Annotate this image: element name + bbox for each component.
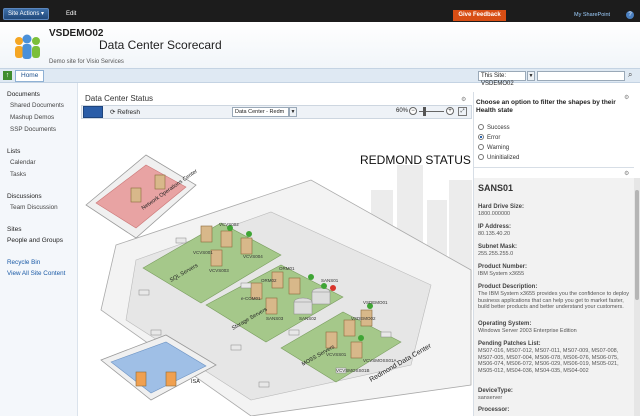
top-bar: Site Actions ▾ Edit Give Feedback My Sha…: [0, 0, 640, 22]
nav-item-team-discussion[interactable]: Team Discussion: [10, 204, 58, 211]
server-label: VCVSMOSS01A: [363, 358, 397, 363]
server-label: VCVSMOSS01B: [336, 368, 370, 373]
search-scope-select[interactable]: This Site: VSDEMO02: [478, 71, 526, 87]
top-nav: ↑ Home This Site: VSDEMO02 ▼ ⌕: [0, 68, 640, 87]
isa-label: ISA: [191, 379, 200, 385]
edit-link[interactable]: Edit: [66, 11, 76, 17]
filter-option-uninitialized[interactable]: Uninitialized: [478, 154, 519, 161]
field-label: IP Address:: [478, 224, 512, 230]
webpart-title: Data Center Status: [85, 94, 154, 103]
filter-option-warning[interactable]: Warning: [478, 144, 509, 151]
chevron-down-icon[interactable]: ▼: [527, 71, 535, 81]
field-label: Product Number:: [478, 264, 528, 270]
server-label: VCVS003: [209, 268, 229, 273]
search-icon[interactable]: ⌕: [628, 70, 632, 80]
option-label: Warning: [487, 145, 510, 151]
detail-scrollbar-thumb[interactable]: [635, 190, 639, 300]
server-label: VCVS002: [219, 222, 239, 227]
radio-warning[interactable]: [478, 144, 484, 150]
view-all-content-link[interactable]: View All Site Content: [7, 270, 65, 277]
give-feedback-button[interactable]: Give Feedback: [453, 10, 506, 21]
site-logo-icon: [15, 34, 40, 59]
field-label: Operating System:: [478, 321, 532, 327]
field-label: Pending Patches List:: [478, 341, 541, 347]
field-value: The IBM System x3655 provides you the co…: [478, 291, 630, 310]
search-input[interactable]: [537, 71, 625, 81]
page-title: Data Center Scorecard: [99, 38, 222, 52]
filter-option-error[interactable]: Error: [478, 134, 500, 141]
nav-heading-documents[interactable]: Documents: [7, 91, 40, 98]
server-label: VSDEMO02: [351, 316, 376, 321]
field-value: 1800.000000: [478, 211, 511, 217]
help-icon[interactable]: ?: [626, 11, 634, 19]
server-label: VCVS004: [243, 254, 263, 259]
zoom-level: 60%: [396, 108, 409, 114]
nav-heading-people[interactable]: People and Groups: [7, 237, 63, 244]
tab-home[interactable]: Home: [15, 70, 45, 82]
radio-uninitialized[interactable]: [478, 154, 484, 160]
field-label: Product Description:: [478, 284, 538, 290]
up-arrow-icon[interactable]: ↑: [3, 71, 12, 80]
zoom-in-button[interactable]: +: [446, 107, 454, 115]
refresh-button[interactable]: ⟳ Refresh: [110, 108, 140, 116]
nav-item-shared-documents[interactable]: Shared Documents: [10, 102, 64, 109]
server-label: ORM02: [261, 278, 277, 283]
field-label: Subnet Mask:: [478, 244, 518, 250]
user-menu[interactable]: My SharePoint: [574, 12, 610, 18]
zoom-slider-thumb[interactable]: [423, 107, 426, 116]
visio-diagram-canvas[interactable]: REDMOND STATUS Network Operations Center…: [81, 120, 472, 416]
zoom-out-button[interactable]: −: [409, 107, 417, 115]
filter-option-success[interactable]: Success: [478, 124, 510, 131]
detail-menu-icon[interactable]: ⚙: [624, 170, 629, 177]
site-description: Demo site for Visio Services: [49, 59, 124, 65]
radio-success[interactable]: [478, 124, 484, 130]
field-value: IBM System x3655: [478, 271, 525, 277]
option-label: Success: [487, 125, 510, 131]
nav-heading-discussions[interactable]: Discussions: [7, 193, 42, 200]
site-actions-menu[interactable]: Site Actions ▾: [3, 8, 50, 20]
panel-divider: [474, 167, 634, 168]
open-in-visio-button[interactable]: [83, 106, 103, 118]
option-label: Uninitialized: [487, 155, 520, 161]
field-value: Windows Server 2003 Enterprise Edition: [478, 328, 577, 334]
field-label: Processor:: [478, 407, 510, 413]
filter-prompt: Choose an option to filter the shapes by…: [476, 99, 616, 114]
webpart-menu-icon[interactable]: ⚙: [461, 96, 466, 103]
server-label: ORM01: [279, 266, 295, 271]
status-title: REDMOND STATUS: [360, 153, 471, 167]
radio-error[interactable]: [478, 134, 484, 140]
field-value: sanserver: [478, 395, 503, 401]
option-label: Error: [487, 135, 501, 141]
server-label: VCVSS01: [326, 352, 347, 357]
field-value: MS07-016, MS07-012, MS07-011, MS07-009, …: [478, 348, 619, 374]
site-actions-label: Site Actions: [8, 11, 40, 17]
nav-heading-sites[interactable]: Sites: [7, 226, 21, 233]
field-label: DeviceType:: [478, 388, 513, 394]
nav-item-ssp-documents[interactable]: SSP Documents: [10, 126, 56, 133]
nav-heading-lists[interactable]: Lists: [7, 148, 20, 155]
quick-launch: Documents Shared Documents Mashup Demos …: [0, 83, 78, 416]
page-select[interactable]: Data Center - Redm: [232, 107, 289, 117]
server-label: VCVS001: [193, 250, 213, 255]
server-label: VSDEMO01: [363, 300, 388, 305]
shape-details-panel[interactable]: SANS01 Hard Drive Size: 1800.000000 IP A…: [474, 178, 635, 416]
field-value: 255.255.255.0: [478, 251, 514, 257]
server-label: SANS03: [266, 316, 284, 321]
nav-item-mashup-demos[interactable]: Mashup Demos: [10, 114, 54, 121]
nav-item-calendar[interactable]: Calendar: [10, 159, 36, 166]
nav-item-tasks[interactable]: Tasks: [10, 171, 26, 178]
field-value: 80.135.40.20: [478, 231, 511, 237]
site-name[interactable]: VSDEMO02: [49, 28, 103, 39]
server-label: SANS01: [321, 278, 339, 283]
field-label: Hard Drive Size:: [478, 204, 525, 210]
recycle-bin-link[interactable]: Recycle Bin: [7, 259, 40, 266]
detail-title: SANS01: [478, 183, 514, 193]
refresh-label: Refresh: [117, 109, 141, 116]
chevron-down-icon[interactable]: ▼: [289, 107, 297, 117]
server-label: SANS02: [299, 316, 317, 321]
diagram-svg[interactable]: REDMOND STATUS Network Operations Center…: [81, 120, 472, 416]
server-label: e-COM01: [241, 296, 261, 301]
fit-to-window-icon[interactable]: ⤢: [458, 107, 467, 116]
